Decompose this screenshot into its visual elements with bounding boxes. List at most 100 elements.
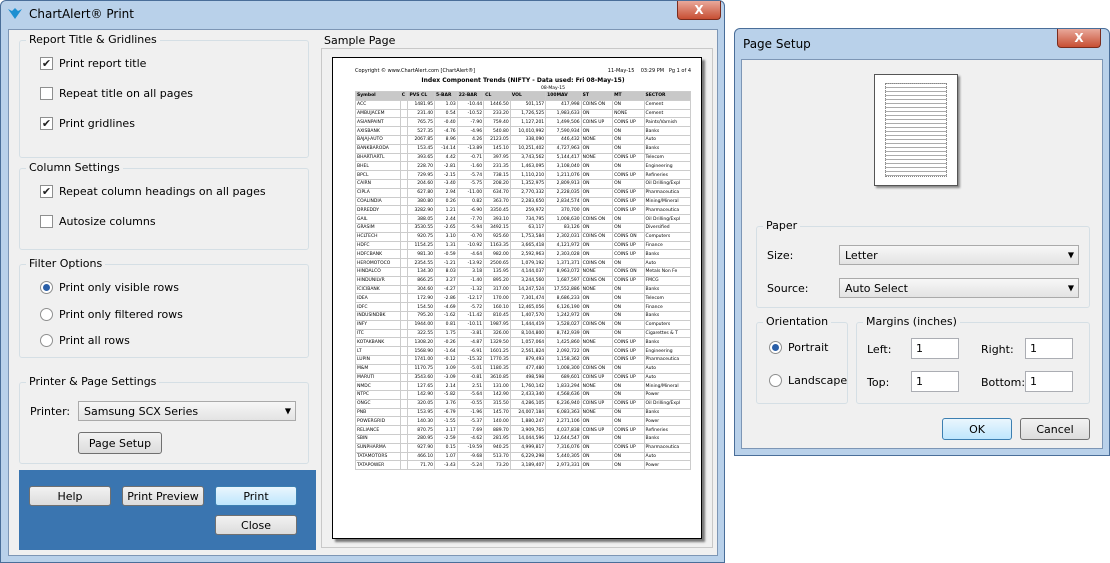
- table-cell: CAIRN: [355, 178, 401, 189]
- group-title: Orientation: [763, 315, 832, 328]
- table-cell: [399, 328, 409, 339]
- close-button[interactable]: Close: [215, 515, 297, 535]
- table-cell: 1987.95: [483, 319, 511, 330]
- table-cell: Banks: [643, 143, 692, 154]
- print-button[interactable]: Print: [215, 486, 297, 506]
- print-preview-button[interactable]: Print Preview: [122, 486, 204, 506]
- table-cell: 4,286,105: [509, 398, 547, 409]
- table-row: GRASIM 3530.55 -2.65 -5.94 3492.15 63,117 83,1…: [355, 222, 692, 233]
- table-cell: 233.20: [483, 108, 511, 119]
- table-cell: 1,425,860: [545, 337, 582, 348]
- left-margin-input[interactable]: 1: [911, 338, 959, 359]
- top-margin-input[interactable]: 1: [911, 371, 959, 392]
- table-cell: 3530.55: [407, 222, 436, 233]
- table-cell: ON: [580, 222, 614, 233]
- table-cell: 7,590,934: [545, 126, 582, 136]
- radio-selected-icon[interactable]: [40, 281, 53, 294]
- radio-unselected-icon[interactable]: [769, 374, 782, 387]
- table-cell: 3.27: [434, 275, 458, 286]
- table-cell: COALINDIA: [355, 196, 401, 207]
- table-cell: 259,972: [509, 205, 547, 216]
- table-cell: ON: [612, 302, 645, 312]
- portrait-radio[interactable]: Portrait: [769, 341, 828, 354]
- input-value: 1: [916, 375, 923, 388]
- group-title: Printer & Page Settings: [26, 375, 160, 388]
- table-cell: 172.90: [407, 293, 436, 304]
- table-cell: [399, 187, 409, 198]
- table-cell: HEROMOTOCO: [355, 258, 401, 268]
- input-value: 1: [916, 342, 923, 355]
- radio-label: Print only filtered rows: [59, 308, 183, 321]
- table-cell: -1.32: [456, 284, 485, 295]
- table-cell: NONE: [580, 407, 614, 418]
- table-cell: COINS UP: [612, 249, 645, 260]
- table-cell: ONGC: [355, 398, 401, 409]
- visible-rows-radio[interactable]: Print only visible rows: [40, 281, 179, 294]
- table-cell: 1568.90: [407, 346, 436, 356]
- table-cell: -3.43: [434, 460, 458, 471]
- checkbox-checked-icon[interactable]: ✔: [40, 117, 53, 130]
- radio-label: Landscape: [788, 374, 848, 387]
- size-select[interactable]: Letter ▼: [839, 245, 1079, 265]
- filtered-rows-radio[interactable]: Print only filtered rows: [40, 308, 183, 321]
- table-cell: COINS ON: [580, 363, 614, 374]
- table-cell: Cigarettes & T: [643, 328, 692, 339]
- help-button[interactable]: Help: [29, 486, 111, 506]
- all-rows-radio[interactable]: Print all rows: [40, 334, 130, 347]
- sample-report-title: Index Component Trends (NIFTY - Data use…: [421, 77, 625, 84]
- table-cell: COINS ON: [580, 275, 614, 286]
- printer-select[interactable]: Samsung SCX Series ▼: [78, 401, 296, 421]
- table-cell: Power: [643, 460, 692, 471]
- table-cell: COINS UP: [612, 240, 645, 251]
- table-cell: 3.18: [456, 266, 485, 277]
- table-cell: 1770.35: [483, 354, 511, 365]
- right-margin-input[interactable]: 1: [1025, 338, 1073, 359]
- bottom-margin-input[interactable]: 1: [1025, 371, 1073, 392]
- print-report-title-checkbox[interactable]: ✔ Print report title: [40, 57, 146, 70]
- table-cell: 7,301,474: [509, 293, 547, 304]
- table-cell: [399, 434, 409, 444]
- checkbox-unchecked-icon[interactable]: [40, 87, 53, 100]
- table-cell: 1601.25: [483, 346, 511, 356]
- table-row: HINDUNILVR 866.25 3.27 -1.40 895.20 3,244,560…: [355, 275, 692, 286]
- print-window-titlebar[interactable]: ChartAlert® Print X: [1, 1, 724, 27]
- table-cell: 4,121,972: [545, 240, 582, 251]
- radio-unselected-icon[interactable]: [40, 308, 53, 321]
- window-close-button[interactable]: X: [677, 1, 721, 20]
- table-cell: NTPC: [355, 390, 401, 400]
- table-cell: 8,963,072: [545, 266, 582, 277]
- radio-unselected-icon[interactable]: [40, 334, 53, 347]
- table-cell: 759.40: [483, 117, 511, 128]
- table-cell: NONE: [580, 337, 614, 348]
- table-cell: 3610.85: [483, 372, 511, 383]
- sample-header: Copyright © www.ChartAlert.com [ChartAle…: [355, 68, 691, 74]
- checkbox-checked-icon[interactable]: ✔: [40, 57, 53, 70]
- print-gridlines-checkbox[interactable]: ✔ Print gridlines: [40, 117, 135, 130]
- ok-button[interactable]: OK: [942, 418, 1012, 440]
- table-cell: ON: [580, 302, 614, 312]
- table-row: M&M 1170.75 3.09 -5.01 1180.35 477,480 1,008,3…: [355, 363, 692, 374]
- dialog-close-button[interactable]: X: [1057, 29, 1101, 48]
- table-cell: COINS UP: [612, 354, 645, 365]
- autosize-columns-checkbox[interactable]: Autosize columns: [40, 215, 156, 228]
- table-cell: [399, 231, 409, 242]
- table-cell: [399, 337, 409, 348]
- repeat-title-checkbox[interactable]: Repeat title on all pages: [40, 87, 193, 100]
- checkbox-unchecked-icon[interactable]: [40, 215, 53, 228]
- page-setup-titlebar[interactable]: Page Setup X: [735, 29, 1109, 55]
- page-setup-button[interactable]: Page Setup: [78, 432, 162, 454]
- table-cell: ON: [612, 126, 645, 136]
- checkbox-checked-icon[interactable]: ✔: [40, 185, 53, 198]
- radio-selected-icon[interactable]: [769, 341, 782, 354]
- landscape-radio[interactable]: Landscape: [769, 374, 847, 387]
- table-cell: 446,432: [545, 134, 582, 145]
- table-cell: -3.09: [434, 372, 458, 383]
- table-cell: ON: [580, 196, 614, 207]
- table-cell: 1,687,597: [545, 275, 582, 286]
- close-icon: X: [694, 3, 704, 17]
- table-cell: 2067.85: [407, 134, 436, 145]
- repeat-headings-checkbox[interactable]: ✔ Repeat column headings on all pages: [40, 185, 266, 198]
- cancel-button[interactable]: Cancel: [1020, 418, 1090, 440]
- source-select[interactable]: Auto Select ▼: [839, 278, 1079, 298]
- table-cell: [399, 460, 409, 471]
